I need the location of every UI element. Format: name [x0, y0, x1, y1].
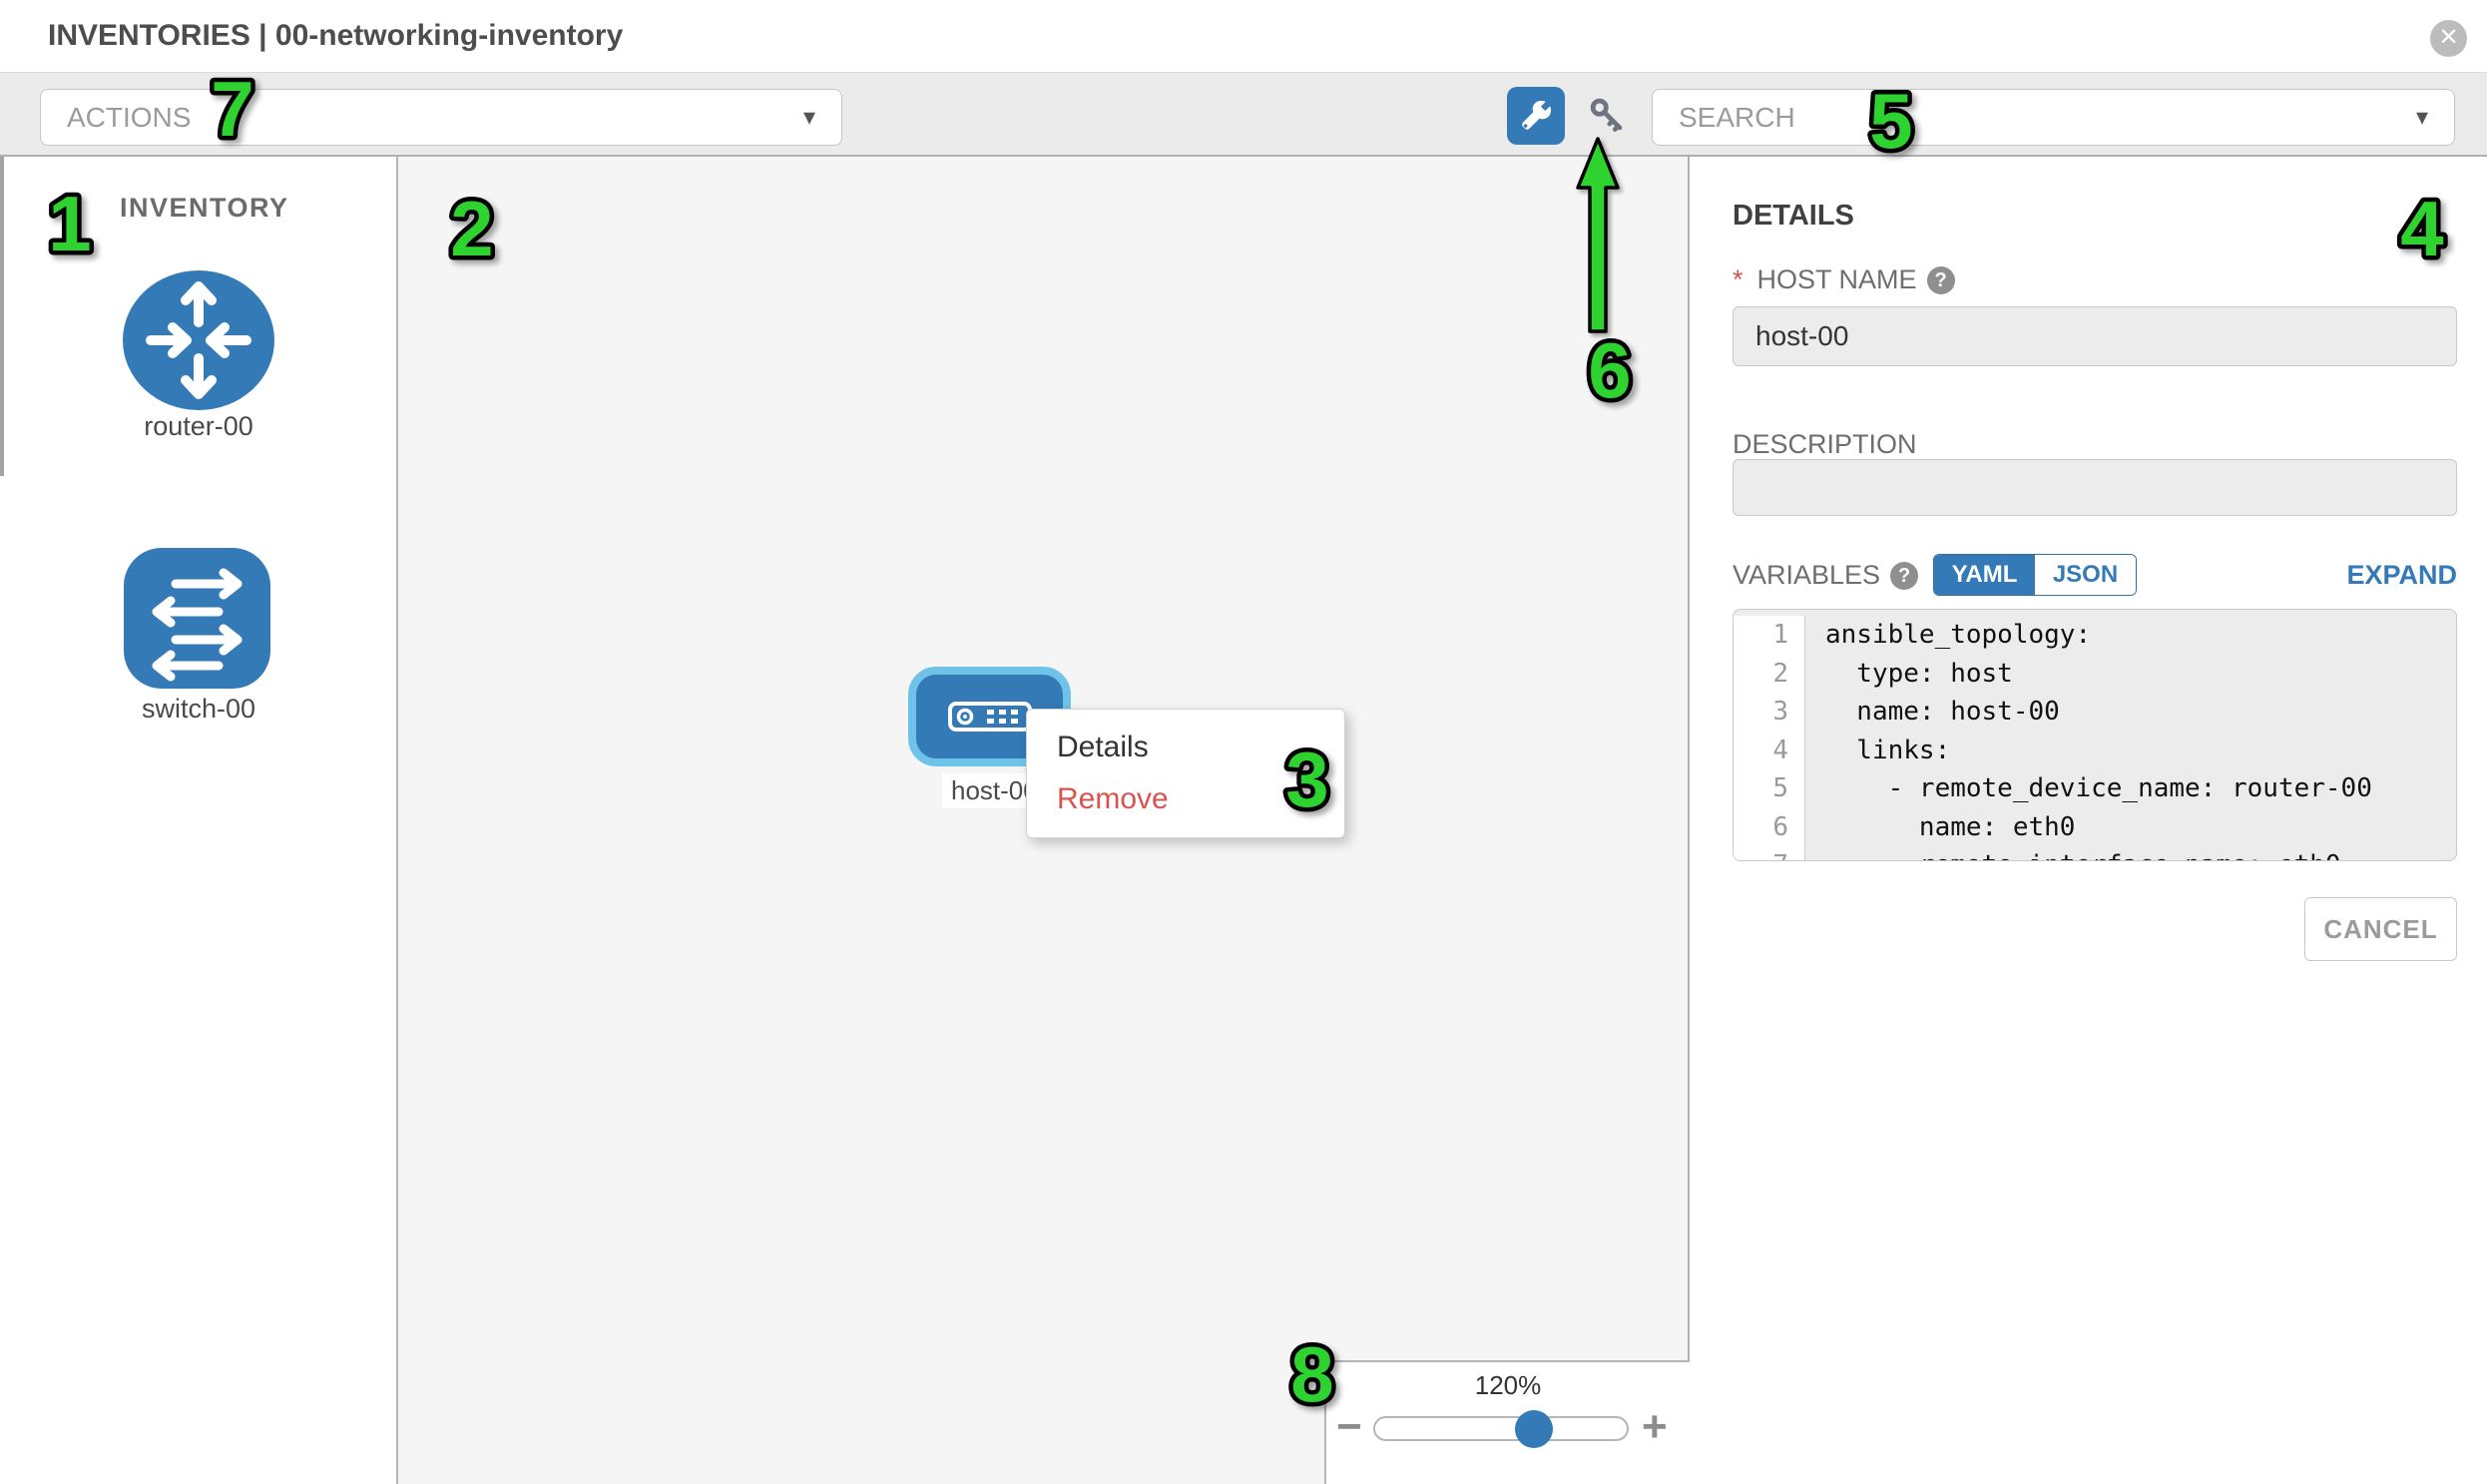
page-title: INVENTORIES | 00-networking-inventory: [48, 0, 623, 72]
description-label-text: DESCRIPTION: [1733, 429, 1917, 460]
header: INVENTORIES | 00-networking-inventory ✕: [0, 0, 2487, 72]
line-number: 7: [1734, 846, 1805, 861]
annotation-badge-1: 1: [35, 183, 105, 266]
help-icon[interactable]: ?: [1927, 266, 1955, 294]
code-line: 5 - remote_device_name: router-00: [1734, 769, 2456, 808]
annotation-badge-4: 4: [2387, 188, 2457, 271]
svg-text:6: 6: [1588, 329, 1631, 413]
code-line: 6 name: eth0: [1734, 808, 2456, 847]
palette-item-router[interactable]: [123, 270, 274, 415]
svg-text:3: 3: [1285, 739, 1328, 822]
actions-dropdown-label: ACTIONS: [41, 102, 191, 134]
inventory-topology-app: INVENTORIES | 00-networking-inventory ✕ …: [0, 0, 2487, 1484]
svg-text:2: 2: [450, 188, 493, 271]
variables-format-toggle: YAML JSON: [1933, 554, 2137, 596]
host-name-field[interactable]: [1733, 306, 2457, 366]
annotation-arrow-up-icon: [1573, 136, 1625, 337]
expand-link[interactable]: EXPAND: [2346, 560, 2457, 591]
key-icon: [1586, 94, 1630, 138]
tab-json[interactable]: JSON: [2035, 555, 2136, 595]
zoom-control: 120% − +: [1324, 1360, 1690, 1484]
search-dropdown[interactable]: SEARCH ▾: [1652, 89, 2455, 146]
actions-dropdown[interactable]: ACTIONS ▾: [40, 89, 842, 146]
description-label: DESCRIPTION: [1733, 429, 1917, 460]
annotation-badge-5: 5: [1856, 80, 1926, 164]
code-text: links:: [1805, 732, 1950, 770]
zoom-in-button[interactable]: +: [1642, 1402, 1668, 1452]
annotation-badge-3: 3: [1272, 739, 1342, 822]
tab-yaml[interactable]: YAML: [1934, 555, 2035, 595]
annotation-badge-6: 6: [1575, 329, 1645, 413]
line-number: 2: [1734, 655, 1805, 694]
zoom-slider[interactable]: [1373, 1416, 1629, 1441]
code-text: type: host: [1805, 655, 2013, 694]
wrench-tool-button[interactable]: [1507, 87, 1565, 145]
code-line: 7 remote_interface_name: eth0: [1734, 846, 2456, 861]
code-line: 4 links:: [1734, 732, 2456, 770]
variables-code-editor[interactable]: 1 ansible_topology: 2 type: host 3 name:…: [1733, 609, 2457, 861]
svg-text:1: 1: [48, 183, 91, 266]
wrench-icon: [1518, 98, 1554, 134]
annotation-badge-7: 7: [198, 68, 267, 152]
details-panel: DETAILS * HOST NAME ? DESCRIPTION VARIAB…: [1690, 157, 2487, 1484]
line-number: 3: [1734, 693, 1805, 732]
annotation-badge-8: 8: [1277, 1333, 1347, 1417]
variables-label-row: VARIABLES ?: [1733, 560, 1918, 591]
host-name-label: HOST NAME: [1757, 264, 1917, 295]
toolbar: ACTIONS ▾ SEARCH ▾: [0, 72, 2487, 157]
host-icon: [948, 702, 1032, 732]
inventory-heading: INVENTORY: [120, 193, 289, 224]
svg-text:7: 7: [211, 68, 253, 152]
palette-item-label: router-00: [99, 411, 298, 442]
line-number: 6: [1734, 808, 1805, 847]
close-icon[interactable]: ✕: [2430, 20, 2467, 57]
line-number: 5: [1734, 769, 1805, 808]
topology-canvas[interactable]: host-00 Details Remove 120% − +: [398, 157, 1690, 1484]
inventory-palette: INVENTORY router-00: [0, 157, 398, 1484]
chevron-down-icon: ▾: [2416, 103, 2428, 132]
code-text: name: host-00: [1805, 693, 2060, 732]
line-number: 1: [1734, 616, 1805, 655]
code-line: 1 ansible_topology:: [1734, 610, 2456, 655]
variables-label: VARIABLES: [1733, 560, 1880, 591]
cancel-button[interactable]: CANCEL: [2304, 897, 2457, 961]
host-name-label-row: * HOST NAME ?: [1733, 264, 1955, 295]
palette-scrollbar[interactable]: [0, 157, 4, 476]
chevron-down-icon: ▾: [803, 103, 815, 132]
code-text: ansible_topology:: [1805, 616, 2091, 655]
code-text: name: eth0: [1805, 808, 2075, 847]
zoom-slider-thumb[interactable]: [1515, 1410, 1553, 1448]
details-panel-title: DETAILS: [1733, 200, 1854, 233]
switch-icon: [124, 548, 270, 689]
key-tool-button[interactable]: [1585, 93, 1631, 139]
help-icon[interactable]: ?: [1890, 562, 1918, 590]
required-asterisk: *: [1733, 264, 1743, 295]
svg-text:8: 8: [1290, 1333, 1333, 1417]
annotation-badge-2: 2: [437, 188, 507, 271]
line-number: 4: [1734, 732, 1805, 770]
svg-text:4: 4: [2400, 188, 2443, 271]
code-line: 3 name: host-00: [1734, 693, 2456, 732]
code-text: remote_interface_name: eth0: [1805, 846, 2341, 861]
palette-item-label: switch-00: [99, 694, 298, 725]
palette-item-switch[interactable]: [124, 548, 270, 694]
code-text: - remote_device_name: router-00: [1805, 769, 2372, 808]
description-field[interactable]: [1733, 459, 2457, 516]
search-placeholder: SEARCH: [1653, 102, 1795, 134]
svg-text:5: 5: [1869, 80, 1912, 164]
zoom-percent-label: 120%: [1326, 1370, 1690, 1401]
router-icon: [123, 270, 274, 410]
code-line: 2 type: host: [1734, 655, 2456, 694]
variables-row: VARIABLES ? YAML JSON EXPAND: [1733, 554, 2457, 598]
